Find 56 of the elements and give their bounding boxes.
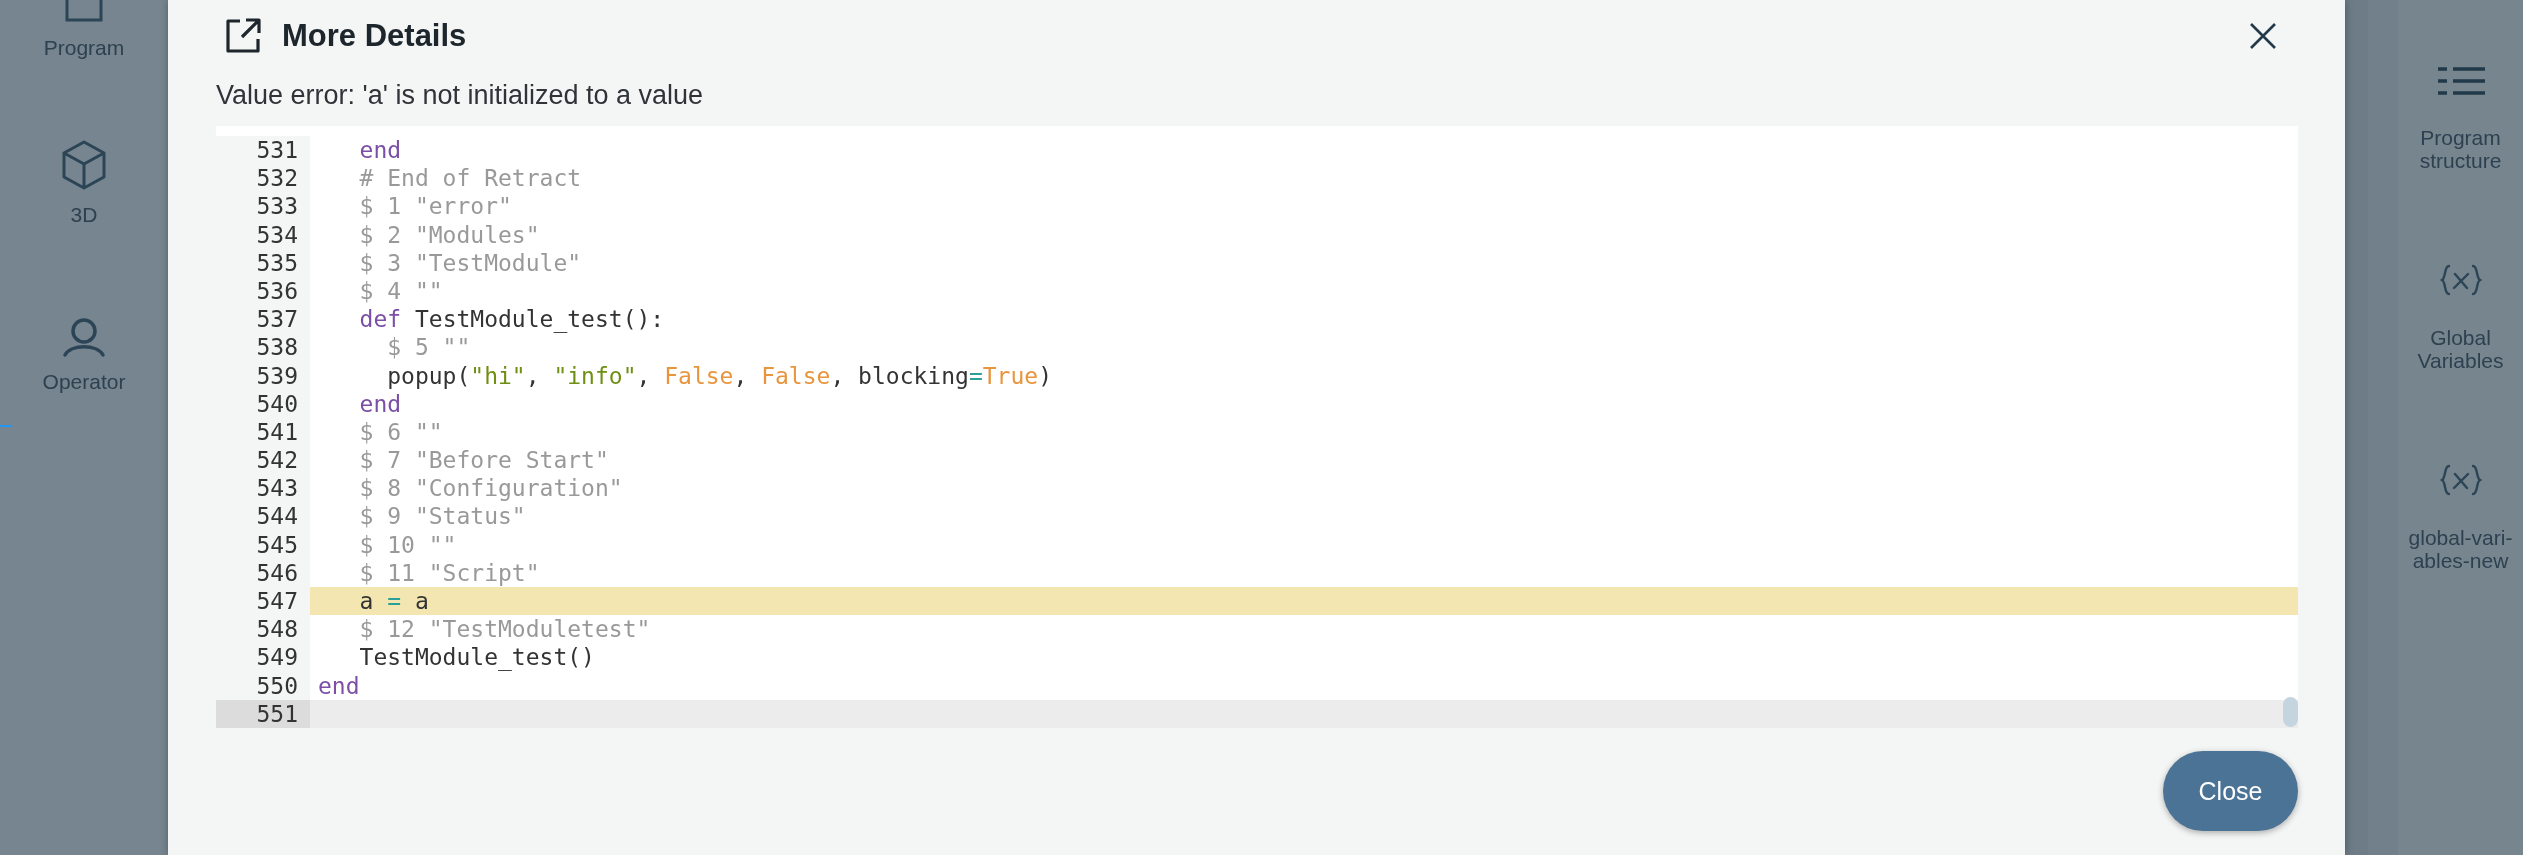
code-line: def TestModule_test(): [358, 305, 666, 334]
line-number: 546 [216, 558, 310, 587]
line-number: 551 [216, 699, 310, 728]
code-line: $ 12 "TestModuletest" [358, 615, 652, 644]
open-external-icon [224, 17, 262, 55]
code-line: $ 9 "Status" [358, 502, 527, 531]
code-line: $ 11 "Script" [358, 558, 541, 587]
line-number: 536 [216, 276, 310, 306]
line-number: 550 [216, 671, 310, 700]
nav-item[interactable]: global-vari-ables-new [2400, 464, 2521, 572]
line-number: 545 [216, 530, 310, 559]
code-line: $ 6 "" [358, 417, 444, 447]
error-message: Value error: 'a' is not initialized to a value [216, 80, 704, 110]
line-number: 542 [216, 446, 310, 475]
code-line: $ 4 "" [358, 276, 444, 306]
code-line: $ 3 "TestModule" [358, 248, 583, 277]
line-number: 531 [216, 136, 310, 165]
code-line: popup("hi", "info", False, False, blocking=True) [386, 361, 1053, 390]
code-line: $ 10 "" [358, 530, 458, 559]
scrollbar-thumb[interactable] [2283, 697, 2298, 727]
code-line: $ 2 "Modules" [358, 220, 541, 249]
cube-icon [60, 139, 108, 191]
code-line: end [358, 136, 403, 165]
code-line: $ 7 "Before Start" [358, 446, 610, 475]
code-line: $ 1 "error" [358, 192, 513, 221]
code-line: end [317, 671, 361, 700]
line-number: 538 [216, 333, 310, 362]
nav-item[interactable]: Global Variables [2400, 264, 2521, 372]
code-line: end [358, 389, 403, 418]
line-number: 541 [216, 417, 310, 447]
code-line: $ 8 "Configuration" [358, 474, 624, 503]
line-number: 549 [216, 643, 310, 672]
line-number: 537 [216, 305, 310, 334]
nav-item[interactable]: 3D [24, 139, 144, 226]
line-number: 532 [216, 164, 310, 193]
line-number: 548 [216, 615, 310, 644]
variable-icon [2439, 264, 2482, 296]
nav-item[interactable]: Program [24, 0, 144, 59]
line-number: 534 [216, 220, 310, 249]
dialog-title: More Details [282, 18, 467, 54]
line-number: 547 [216, 587, 310, 616]
line-number: 544 [216, 502, 310, 531]
line-number: 540 [216, 389, 310, 418]
variable-icon [2439, 464, 2482, 496]
close-button[interactable]: Close [2163, 751, 2298, 831]
list-icon [2436, 66, 2485, 96]
nav-item[interactable]: Program structure [2400, 66, 2521, 172]
line-number: 539 [216, 361, 310, 390]
code-line: TestModule_test() [358, 643, 596, 672]
line-number: 535 [216, 248, 310, 277]
code-line: $ 5 "" [386, 333, 472, 362]
nav-item[interactable]: Operator [24, 318, 144, 393]
line-number: 533 [216, 192, 310, 221]
person-icon [62, 318, 106, 358]
code-line: # End of Retract [358, 164, 583, 193]
line-number: 543 [216, 474, 310, 503]
